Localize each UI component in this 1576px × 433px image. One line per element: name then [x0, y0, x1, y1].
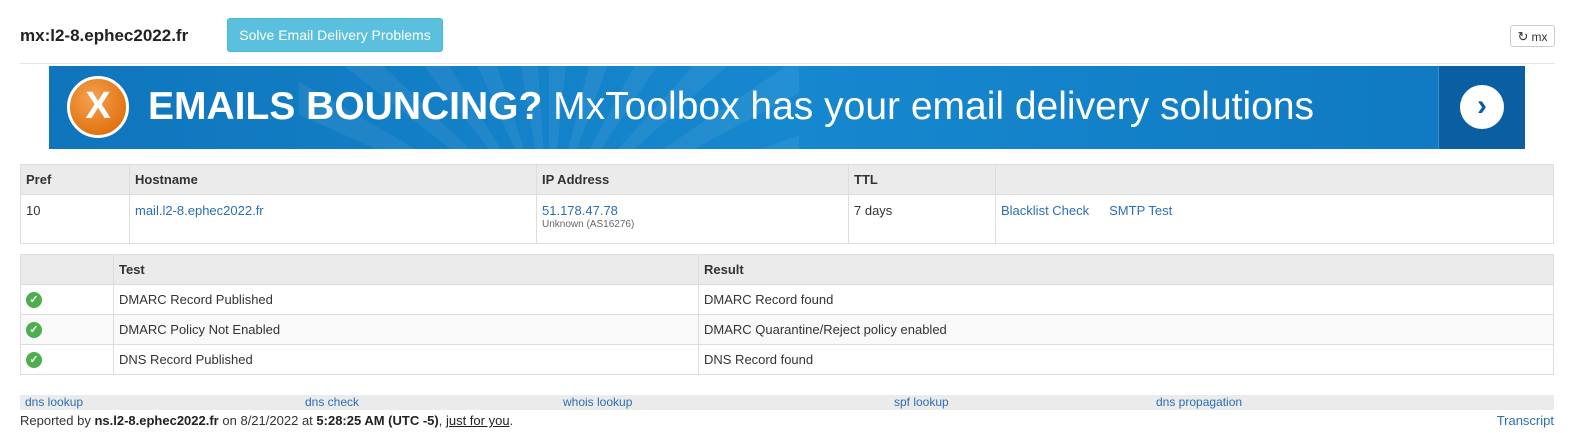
check-circle-icon: ✓	[26, 321, 42, 338]
table-header-row: Test Result	[20, 254, 1554, 285]
whois-lookup-link[interactable]: whois lookup	[563, 395, 632, 410]
x-logo-icon: X	[67, 76, 129, 138]
transcript-link[interactable]: Transcript	[1497, 413, 1554, 428]
hostname-cell: mail.l2-8.ephec2022.fr	[129, 194, 537, 244]
reported-at: at	[301, 413, 313, 428]
table-row: ✓ DMARC Record Published DMARC Record fo…	[20, 284, 1554, 315]
email-delivery-banner[interactable]: X EMAILS BOUNCING? MxToolbox has your em…	[49, 66, 1525, 149]
banner-headline: EMAILS BOUNCING? MxToolbox has your emai…	[148, 84, 1314, 130]
blacklist-check-link[interactable]: Blacklist Check	[1001, 203, 1089, 218]
reported-prefix: Reported by	[20, 413, 91, 428]
test-cell: DMARC Record Published	[113, 284, 699, 315]
ip-link[interactable]: 51.178.47.78	[542, 203, 618, 218]
check-circle-icon: ✓	[26, 351, 42, 368]
dns-propagation-link[interactable]: dns propagation	[1156, 395, 1242, 410]
table-header-row: Pref Hostname IP Address TTL	[20, 164, 1554, 195]
reported-by-server: ns.l2-8.ephec2022.fr	[94, 413, 219, 428]
column-header-actions	[995, 164, 1554, 195]
check-circle-icon: ✓	[26, 291, 42, 308]
column-header-ip: IP Address	[536, 164, 849, 195]
spf-lookup-link[interactable]: spf lookup	[894, 395, 949, 410]
footer-links-bar: dns lookup dns check whois lookup spf lo…	[20, 395, 1554, 410]
banner-headline-bold: EMAILS BOUNCING?	[148, 85, 543, 128]
result-cell: DNS Record found	[698, 344, 1554, 375]
just-for-you-link[interactable]: just for you	[446, 413, 510, 428]
pref-cell: 10	[20, 194, 130, 244]
dns-lookup-link[interactable]: dns lookup	[25, 395, 83, 410]
result-cell: DMARC Record found	[698, 284, 1554, 315]
column-header-pref: Pref	[20, 164, 130, 195]
solve-email-delivery-button[interactable]: Solve Email Delivery Problems	[227, 18, 443, 52]
test-cell: DMARC Policy Not Enabled	[113, 314, 699, 345]
reported-time: 5:28:25 AM (UTC -5)	[316, 413, 439, 428]
mx-records-table: Pref Hostname IP Address TTL 10 mail.l2-…	[20, 164, 1554, 244]
refresh-label: mx	[1531, 30, 1548, 44]
asn-text: Unknown (AS16276)	[542, 219, 635, 230]
banner-headline-rest: MxToolbox has your email delivery soluti…	[553, 85, 1315, 128]
test-results-table: Test Result ✓ DMARC Record Published DMA…	[20, 254, 1554, 375]
column-header-ttl: TTL	[848, 164, 996, 195]
status-cell: ✓	[20, 344, 114, 375]
smtp-test-link[interactable]: SMTP Test	[1109, 203, 1172, 218]
column-header-result: Result	[698, 254, 1554, 285]
banner-arrow-box[interactable]: ›	[1438, 66, 1525, 149]
chevron-right-icon: ›	[1460, 85, 1504, 129]
test-cell: DNS Record Published	[113, 344, 699, 375]
dns-check-link[interactable]: dns check	[305, 395, 359, 410]
hostname-link[interactable]: mail.l2-8.ephec2022.fr	[135, 203, 264, 218]
refresh-mx-button[interactable]: ↻ mx	[1510, 25, 1555, 47]
result-cell: DMARC Quarantine/Reject policy enabled	[698, 314, 1554, 345]
reported-on: on	[222, 413, 237, 428]
status-cell: ✓	[20, 314, 114, 345]
ttl-cell: 7 days	[848, 194, 996, 244]
page-header: mx:l2-8.ephec2022.fr Solve Email Deliver…	[20, 17, 1555, 64]
column-header-status	[20, 254, 114, 285]
column-header-test: Test	[113, 254, 699, 285]
page-title: mx:l2-8.ephec2022.fr	[20, 26, 189, 45]
table-row: ✓ DMARC Policy Not Enabled DMARC Quarant…	[20, 314, 1554, 345]
refresh-icon: ↻	[1517, 29, 1529, 44]
table-row: ✓ DNS Record Published DNS Record found	[20, 344, 1554, 375]
actions-cell: Blacklist Check SMTP Test	[995, 194, 1554, 244]
ip-cell: 51.178.47.78 Unknown (AS16276)	[536, 194, 849, 244]
reported-date: 8/21/2022	[240, 413, 299, 428]
column-header-hostname: Hostname	[129, 164, 537, 195]
table-row: 10 mail.l2-8.ephec2022.fr 51.178.47.78 Un…	[20, 194, 1554, 244]
status-cell: ✓	[20, 284, 114, 315]
reported-by-line: Reported by ns.l2-8.ephec2022.fr on 8/21…	[20, 413, 514, 428]
